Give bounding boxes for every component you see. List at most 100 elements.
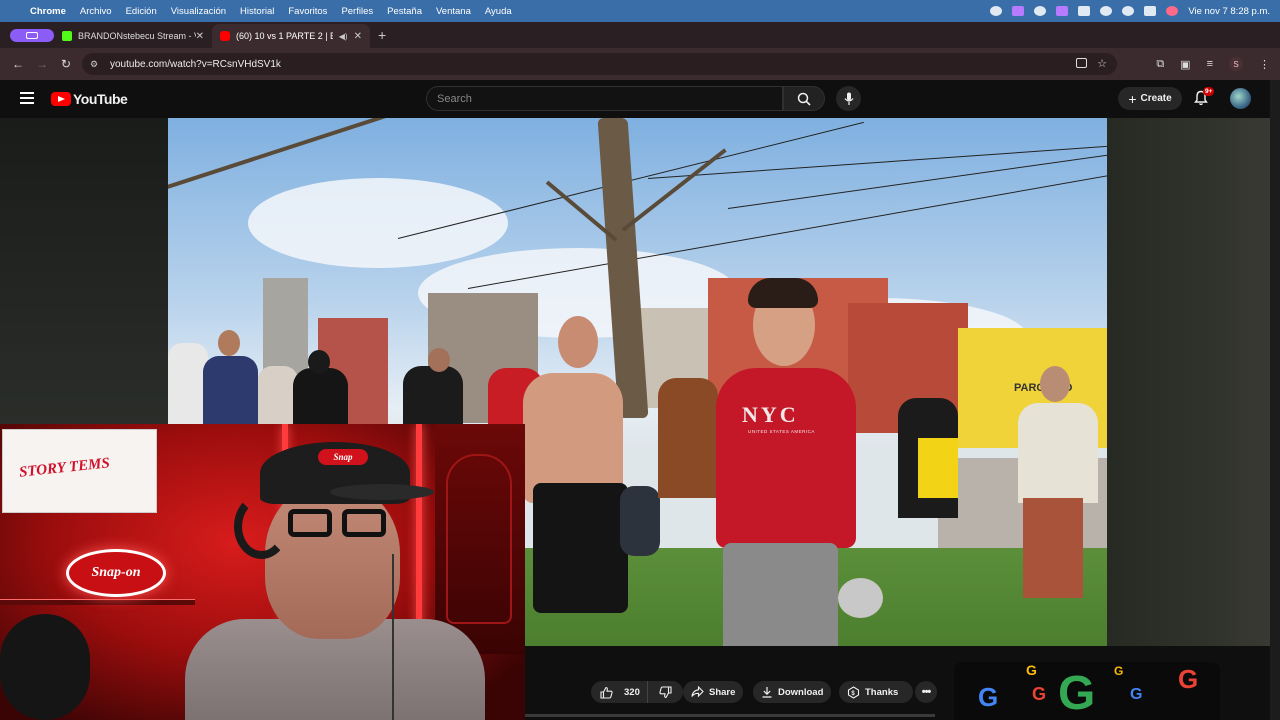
like-dislike-group: 320 xyxy=(591,681,683,703)
voice-search-button[interactable] xyxy=(836,86,861,111)
notifications-button[interactable]: 9+ xyxy=(1194,87,1215,108)
neon-sign: Snap-on xyxy=(66,549,166,597)
reload-button[interactable]: ↻ xyxy=(54,57,78,71)
status-icons: Vie nov 7 8:28 p.m. xyxy=(990,0,1270,22)
wall-poster: STORY TEMS xyxy=(2,429,157,513)
cap-brim xyxy=(330,484,434,500)
account-avatar[interactable] xyxy=(1230,88,1251,109)
google-doodle-thumbnail[interactable]: G G G G G G G xyxy=(954,662,1220,720)
thanks-button[interactable]: $ Thanks xyxy=(839,681,913,703)
spectator-pants xyxy=(1023,498,1083,598)
dislike-button[interactable] xyxy=(648,685,683,699)
keyboard-icon[interactable] xyxy=(1078,6,1091,16)
back-button[interactable]: ← xyxy=(6,57,30,71)
more-horizontal-icon: ••• xyxy=(921,686,932,698)
google-g-icon: G xyxy=(1114,664,1124,678)
spectator-head xyxy=(428,348,450,372)
microphone-arm xyxy=(0,614,90,720)
menu-edicion[interactable]: Edición xyxy=(126,6,157,17)
like-count: 320 xyxy=(624,686,640,698)
install-app-icon[interactable] xyxy=(1076,58,1087,68)
cloud xyxy=(248,178,508,268)
tiki-mask-art xyxy=(446,454,512,624)
spectator xyxy=(1018,403,1098,503)
siri-icon[interactable] xyxy=(1166,6,1179,16)
shirt-print: NYC xyxy=(742,402,799,427)
bookmark-star-icon[interactable]: ☆ xyxy=(1097,57,1107,70)
divider xyxy=(525,714,935,717)
tab-group-chip[interactable] xyxy=(10,28,54,42)
more-actions-button[interactable]: ••• xyxy=(915,681,937,703)
menu-app-name[interactable]: Chrome xyxy=(30,6,66,17)
hair xyxy=(748,278,818,308)
search-icon xyxy=(797,92,811,106)
notification-count-badge: 9+ xyxy=(1203,87,1215,96)
site-info-icon[interactable]: ⚙ xyxy=(90,59,102,70)
like-button[interactable]: 320 xyxy=(591,681,648,703)
super-thanks-icon: $ xyxy=(847,685,860,699)
streamer-webcam: STORY TEMS Snap-on Snap xyxy=(0,424,525,720)
search-button[interactable] xyxy=(783,86,825,111)
forward-button[interactable]: → xyxy=(30,57,54,71)
create-button[interactable]: + Create xyxy=(1118,87,1182,110)
tab-title: (60) 10 vs 1 PARTE 2 | EL xyxy=(236,31,333,41)
spectator-head xyxy=(218,330,240,356)
tab-youtube-video[interactable]: (60) 10 vs 1 PARTE 2 | EL ◀) ✕ xyxy=(212,24,370,48)
tape-roll xyxy=(838,578,883,618)
menu-historial[interactable]: Historial xyxy=(240,6,274,17)
search-input[interactable]: Search xyxy=(426,86,783,111)
media-controls-icon[interactable]: ≡ xyxy=(1207,58,1213,70)
download-button[interactable]: Download xyxy=(753,681,831,703)
close-tab-icon[interactable]: ✕ xyxy=(196,31,204,42)
address-bar[interactable]: ⚙ youtube.com/watch?v=RCsnVHdSV1k ☆ xyxy=(82,53,1117,75)
menu-ventana[interactable]: Ventana xyxy=(436,6,471,17)
google-g-icon: G xyxy=(978,682,999,712)
wifi-icon[interactable] xyxy=(1100,6,1113,16)
screen-record-icon[interactable] xyxy=(990,6,1003,16)
tab-group-icon xyxy=(26,31,38,39)
shelf xyxy=(0,599,195,605)
window-icon[interactable] xyxy=(1056,6,1069,16)
microphone-icon xyxy=(844,92,853,105)
hamburger-menu-icon[interactable] xyxy=(20,92,34,104)
stage-manager-icon[interactable] xyxy=(1012,6,1025,16)
menubar-clock[interactable]: Vie nov 7 8:28 p.m. xyxy=(1188,6,1270,17)
tab-strip: BRANDONstebecu Stream - V ✕ (60) 10 vs 1… xyxy=(0,22,1280,48)
svg-text:$: $ xyxy=(851,691,855,697)
share-label: Share xyxy=(709,686,736,698)
new-tab-button[interactable]: + xyxy=(378,27,386,43)
profile-avatar[interactable]: S xyxy=(1229,57,1243,71)
control-center-icon[interactable] xyxy=(1144,6,1157,16)
google-g-icon: G xyxy=(1058,667,1096,720)
boxing-glove xyxy=(620,486,660,556)
close-tab-icon[interactable]: ✕ xyxy=(354,31,362,42)
tab-kick-stream[interactable]: BRANDONstebecu Stream - V ✕ xyxy=(54,24,212,48)
tab-title: BRANDONstebecu Stream - V xyxy=(78,31,196,41)
share-icon xyxy=(691,686,704,698)
play-icon[interactable] xyxy=(1034,6,1047,16)
kebab-menu-icon[interactable]: ⋮ xyxy=(1259,58,1270,71)
create-label: Create xyxy=(1140,93,1172,104)
youtube-play-icon xyxy=(51,92,71,106)
youtube-logo[interactable]: YouTube xyxy=(51,91,128,107)
spectator xyxy=(168,343,208,433)
audio-playing-icon[interactable]: ◀) xyxy=(339,32,348,41)
url-text: youtube.com/watch?v=RCsnVHdSV1k xyxy=(110,58,281,70)
gray-pants xyxy=(723,543,838,646)
download-label: Download xyxy=(778,686,824,698)
menu-pestana[interactable]: Pestaña xyxy=(387,6,422,17)
spotlight-icon[interactable] xyxy=(1122,6,1135,16)
menu-perfiles[interactable]: Perfiles xyxy=(341,6,373,17)
menu-visualizacion[interactable]: Visualización xyxy=(171,6,226,17)
menu-favoritos[interactable]: Favoritos xyxy=(288,6,327,17)
share-button[interactable]: Share xyxy=(683,681,743,703)
toolbar-right: ⧉ ▣ ≡ S ⋮ xyxy=(1156,48,1270,80)
side-panel-icon[interactable]: ▣ xyxy=(1180,58,1190,71)
extensions-icon[interactable]: ⧉ xyxy=(1156,58,1164,71)
red-shirt-man xyxy=(716,368,856,548)
boxer-shorts xyxy=(533,483,628,613)
menu-archivo[interactable]: Archivo xyxy=(80,6,112,17)
menu-ayuda[interactable]: Ayuda xyxy=(485,6,512,17)
spectator-head xyxy=(1040,366,1070,402)
scrollbar-edge[interactable] xyxy=(1270,80,1280,720)
